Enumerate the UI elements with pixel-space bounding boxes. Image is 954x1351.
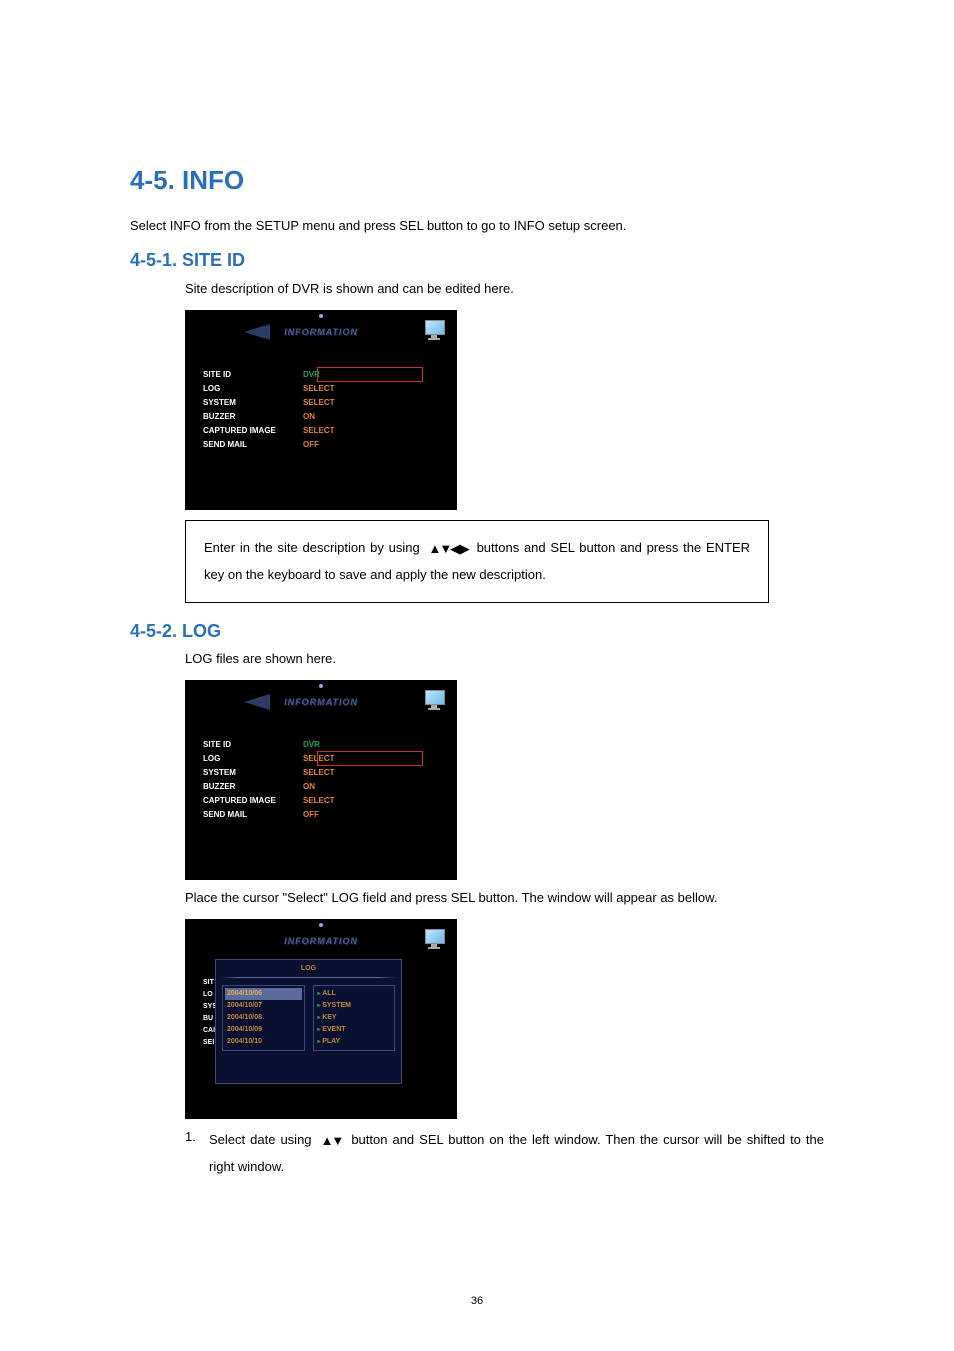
log-date-row[interactable]: 2004/10/10 <box>227 1036 300 1048</box>
menu-value-log: SELECT <box>303 382 439 396</box>
log-para: Place the cursor "Select" LOG field and … <box>185 888 824 909</box>
heading-4-5-1: 4-5-1. SITE ID <box>130 246 824 275</box>
menu-label-sendmail: SEND MAIL <box>203 438 303 452</box>
menu-label-siteid: SITE ID <box>203 738 303 752</box>
li1-text-a: Select date using <box>209 1132 312 1147</box>
screenshot-info-log: INFORMATION SITE IDDVR LOGSELECT SYSTEMS… <box>185 680 457 880</box>
info-menu: SITE IDDVR LOGSELECT SYSTEMSELECT BUZZER… <box>203 738 439 822</box>
log-date-row[interactable]: 2004/10/09 <box>227 1024 300 1036</box>
page-number: 36 <box>0 1293 954 1311</box>
highlight-log <box>317 751 423 766</box>
monitor-icon <box>425 690 447 712</box>
menu-label-sendmail: SEND MAIL <box>203 808 303 822</box>
menu-label-buzzer: BUZZER <box>203 410 303 424</box>
menu-value-buzzer: ON <box>303 410 439 424</box>
banner-label: INFORMATION <box>284 934 358 948</box>
menu-value-sendmail: OFF <box>303 808 439 822</box>
log-cat-row[interactable]: SYSTEM <box>318 1000 391 1012</box>
intro-text: Select INFO from the SETUP menu and pres… <box>130 216 824 237</box>
menu-value-captured: SELECT <box>303 424 439 438</box>
screenshot-log-panel: INFORMATION SIT LO SYS BU CAI SEI LOG 20… <box>185 919 457 1119</box>
menu-value-captured: SELECT <box>303 794 439 808</box>
menu-value-buzzer: ON <box>303 780 439 794</box>
menu-label-buzzer: BUZZER <box>203 780 303 794</box>
menu-value-siteid: DVR <box>303 738 439 752</box>
log-date-list[interactable]: 2004/10/06 2004/10/07 2004/10/08 2004/10… <box>222 985 305 1051</box>
site-id-desc: Site description of DVR is shown and can… <box>185 279 824 300</box>
log-popup-title: LOG <box>216 963 401 974</box>
heading-4-5: 4-5. INFO <box>130 160 824 202</box>
menu-value-system: SELECT <box>303 766 439 780</box>
list-item-1: 1. Select date using ▲▼ button and SEL b… <box>185 1127 824 1180</box>
log-desc: LOG files are shown here. <box>185 649 824 670</box>
banner-label: INFORMATION <box>284 325 358 339</box>
menu-label-log: LOG <box>203 382 303 396</box>
highlight-site-id <box>317 367 423 382</box>
monitor-icon <box>425 320 447 342</box>
menu-label-system: SYSTEM <box>203 396 303 410</box>
arrow-updown-icon: ▲▼ <box>321 1128 343 1154</box>
menu-value-system: SELECT <box>303 396 439 410</box>
monitor-icon <box>425 929 447 951</box>
log-date-row[interactable]: 2004/10/08 <box>227 1012 300 1024</box>
menu-label-captured: CAPTURED IMAGE <box>203 424 303 438</box>
screenshot-info-siteid: INFORMATION SITE IDDVR LOGSELECT SYSTEMS… <box>185 310 457 510</box>
info-menu: SITE IDDVR LOGSELECT SYSTEMSELECT BUZZER… <box>203 368 439 452</box>
banner-label: INFORMATION <box>284 695 358 709</box>
list-number: 1. <box>185 1127 209 1180</box>
menu-label-siteid: SITE ID <box>203 368 303 382</box>
log-date-row[interactable]: 2004/10/07 <box>227 1000 300 1012</box>
log-cat-row[interactable]: PLAY <box>318 1036 391 1048</box>
heading-4-5-2: 4-5-2. LOG <box>130 617 824 646</box>
log-cat-row[interactable]: ALL <box>318 988 391 1000</box>
log-cat-row[interactable]: EVENT <box>318 1024 391 1036</box>
note-text-1: Enter in the site description by using <box>204 540 420 555</box>
log-cat-row[interactable]: KEY <box>318 1012 391 1024</box>
log-date-row[interactable]: 2004/10/06 <box>225 988 302 1000</box>
menu-label-system: SYSTEM <box>203 766 303 780</box>
log-category-list[interactable]: ALL SYSTEM KEY EVENT PLAY <box>313 985 396 1051</box>
arrow-updownleftright-icon: ▲▼◀ ▶ <box>428 536 467 562</box>
log-popup: LOG 2004/10/06 2004/10/07 2004/10/08 200… <box>215 959 402 1084</box>
menu-value-sendmail: OFF <box>303 438 439 452</box>
menu-label-captured: CAPTURED IMAGE <box>203 794 303 808</box>
menu-label-log: LOG <box>203 752 303 766</box>
note-box: Enter in the site description by using ▲… <box>185 520 769 603</box>
